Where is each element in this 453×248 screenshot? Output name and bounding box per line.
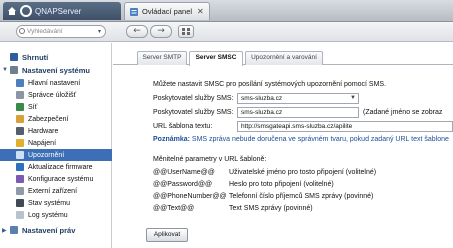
sidebar-item-power[interactable]: Napájení: [0, 137, 112, 149]
sidebar-item-label: Log systému: [28, 211, 68, 219]
tab-smsc[interactable]: Server SMSC: [189, 51, 243, 66]
arrow-right-icon: →: [157, 26, 165, 36]
lock-icon: [16, 115, 24, 123]
search-icon: [19, 28, 25, 34]
sidebar-item-config[interactable]: Konfigurace systému: [0, 173, 112, 185]
qnap-logo: [20, 5, 32, 17]
intro-text: Můžete nastavit SMSC pro posílání systém…: [153, 81, 387, 88]
param-desc: Text SMS zprávy (povinné): [229, 205, 313, 212]
sidebar-item-network[interactable]: Síť: [0, 101, 112, 113]
apply-button[interactable]: Aplikovat: [146, 228, 188, 242]
url-template-input[interactable]: http://smsgateapi.sms-sluzba.cz/apilite: [237, 121, 453, 132]
network-icon: [16, 103, 24, 111]
sidebar-item-notifications[interactable]: Upozornění: [0, 149, 112, 161]
settings-icon: [16, 79, 24, 87]
sidebar-item-external[interactable]: Externí zařízení: [0, 185, 112, 197]
sidebar: Shrnutí ▼ Nastavení systému Hlavní nasta…: [0, 43, 112, 248]
view-toggle-button[interactable]: [178, 25, 194, 38]
param-desc: Heslo pro toto připojení (volitelné): [229, 181, 334, 188]
control-panel-icon: [130, 7, 138, 16]
provider-hint: (Zadané jméno se zobraz: [363, 109, 443, 116]
param-desc: Telefonní číslo příjemců SMS zprávy (pov…: [229, 193, 374, 200]
sidebar-item-label: Konfigurace systému: [28, 175, 94, 183]
note-text: SMS zpráva nebude doručena ve správném t…: [191, 136, 449, 143]
sidebar-section-system[interactable]: ▼ Nastavení systému: [0, 64, 112, 76]
sidebar-item-hardware[interactable]: Hardware: [0, 125, 112, 137]
storage-icon: [16, 91, 24, 99]
gear-icon: [10, 66, 18, 74]
home-tab[interactable]: QNAPServer: [3, 2, 121, 20]
sidebar-item-label: Externí zařízení: [28, 187, 78, 195]
forward-button[interactable]: →: [150, 25, 172, 38]
sidebar-section-privileges[interactable]: ▶ Nastavení práv: [0, 224, 112, 236]
sidebar-summary-label: Shrnutí: [22, 52, 49, 62]
sidebar-item-label: Správce úložišť: [28, 91, 77, 99]
sidebar-item-label: Zabezpečení: [28, 115, 69, 123]
search-input[interactable]: Vyhledávání ▾: [16, 25, 106, 38]
tab-bar: Server SMTP Server SMSC Upozornění a var…: [113, 51, 453, 66]
close-icon[interactable]: ✕: [197, 7, 204, 16]
log-icon: [16, 211, 24, 219]
param-key: @@PhoneNumber@@: [153, 193, 227, 200]
sidebar-item-storage[interactable]: Správce úložišť: [0, 89, 112, 101]
sidebar-item-label: Síť: [28, 103, 38, 111]
monitor-icon: [16, 199, 24, 207]
config-icon: [16, 175, 24, 183]
sidebar-section-system-label: Nastavení systému: [22, 65, 90, 75]
sidebar-item-label: Napájení: [28, 139, 57, 147]
tab-control-panel-label: Ovládací panel: [142, 7, 193, 16]
power-icon: [16, 139, 24, 147]
tab-control-panel[interactable]: Ovládací panel ✕: [124, 2, 210, 20]
back-button[interactable]: ←: [126, 25, 148, 38]
tab-smtp[interactable]: Server SMTP: [137, 51, 187, 65]
tab-alerts[interactable]: Upozornění a varování: [245, 51, 323, 65]
sidebar-item-logs[interactable]: Log systému: [0, 209, 112, 221]
url-label: URL šablona textu:: [153, 123, 213, 130]
note: Poznámka: SMS zpráva nebude doručena ve …: [153, 136, 449, 143]
sidebar-item-status[interactable]: Stav systému: [0, 197, 112, 209]
sidebar-item-firmware[interactable]: Aktualizace firmware: [0, 161, 112, 173]
sidebar-item-label: Hlavní nastavení: [28, 79, 81, 87]
grid-icon: [182, 28, 190, 35]
search-placeholder: Vyhledávání: [27, 28, 63, 35]
sidebar-section-privileges-label: Nastavení práv: [22, 225, 76, 235]
chevron-down-icon: ▾: [97, 29, 101, 35]
arrow-left-icon: ←: [133, 26, 141, 36]
users-icon: [10, 226, 18, 234]
note-label: Poznámka:: [153, 136, 190, 143]
sidebar-item-label: Stav systému: [28, 199, 71, 207]
param-key: @@Text@@: [153, 205, 195, 212]
param-key: @@Password@@: [153, 181, 213, 188]
firmware-icon: [16, 163, 24, 171]
provider-label-1: Poskytovatel služby SMS:: [153, 95, 234, 102]
usb-icon: [16, 187, 24, 195]
sidebar-item-security[interactable]: Zabezpečení: [0, 113, 112, 125]
main-content: Server SMTP Server SMSC Upozornění a var…: [113, 43, 453, 248]
provider-label-2: Poskytovatel služby SMS:: [153, 109, 234, 116]
chevron-down-icon: ▼: [350, 95, 356, 101]
sidebar-item-label: Aktualizace firmware: [28, 163, 93, 171]
param-key: @@UserName@@: [153, 169, 215, 176]
triangle-down-icon: ▼: [2, 67, 8, 73]
sidebar-item-label: Upozornění: [28, 151, 65, 159]
hardware-icon: [16, 127, 24, 135]
sidebar-item-summary[interactable]: Shrnutí: [0, 51, 112, 63]
provider-select[interactable]: sms-sluzba.cz ▼: [237, 93, 359, 104]
provider-name-input[interactable]: sms-sluzba.cz: [237, 107, 359, 118]
sidebar-item-label: Hardware: [28, 127, 59, 135]
toolbar: Vyhledávání ▾ ← →: [0, 22, 453, 42]
summary-icon: [10, 53, 18, 61]
triangle-right-icon: ▶: [2, 227, 7, 234]
param-desc: Uživatelské jméno pro tosto připojení (v…: [229, 169, 377, 176]
sidebar-item-general[interactable]: Hlavní nastavení: [0, 77, 112, 89]
app-name: QNAPServer: [35, 6, 82, 16]
notification-icon: [16, 151, 24, 159]
provider-select-value: sms-sluzba.cz: [241, 95, 283, 102]
home-icon: [8, 7, 16, 15]
top-bar: QNAPServer Ovládací panel ✕: [0, 0, 453, 22]
params-title: Měnitelné parametry v URL šabloně:: [153, 156, 267, 163]
